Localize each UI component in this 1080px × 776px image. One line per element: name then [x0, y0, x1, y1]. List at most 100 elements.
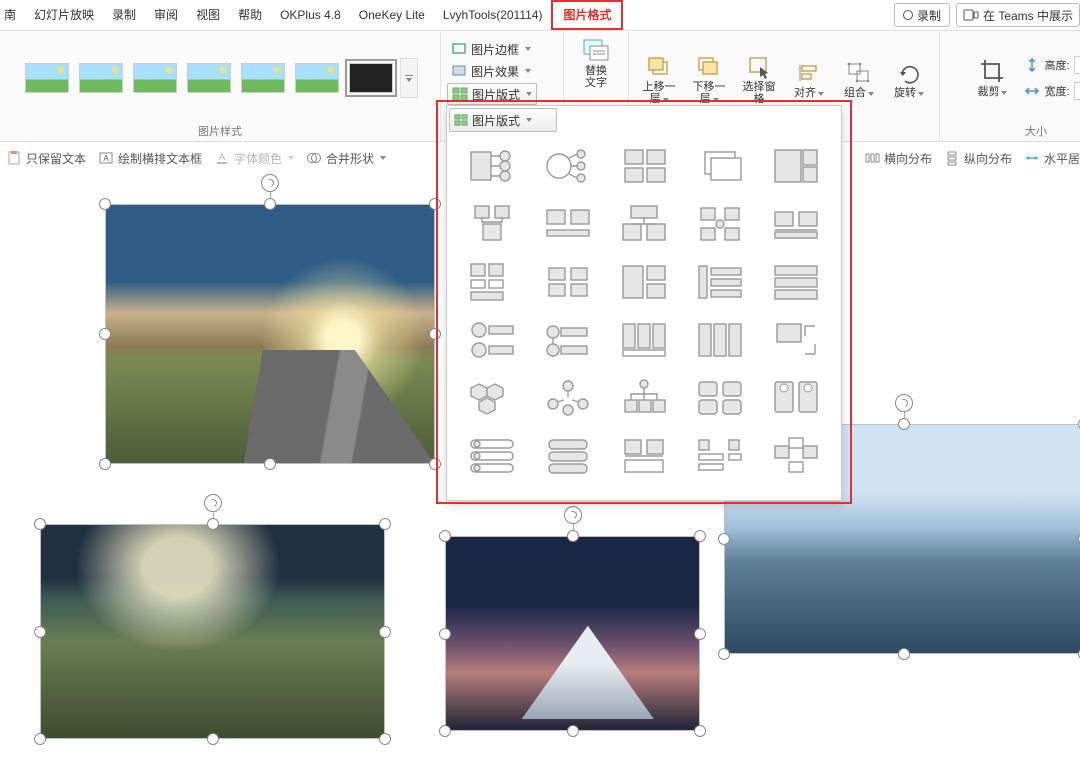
teams-label: 在 Teams 中展示: [983, 7, 1073, 24]
layout-option[interactable]: [763, 200, 829, 248]
styles-more-button[interactable]: [400, 58, 418, 98]
picture-effects-button[interactable]: 图片效果: [447, 61, 537, 81]
layout-option[interactable]: [535, 200, 601, 248]
rotate-button[interactable]: 旋转: [885, 59, 933, 101]
picture-styles-group: 图片样式: [0, 31, 441, 141]
menu-item[interactable]: OneKey Lite: [350, 0, 434, 30]
layout-option[interactable]: [459, 142, 525, 190]
gallery-grid: [447, 136, 841, 490]
label: 字体颜色: [234, 150, 282, 167]
draw-textbox-button[interactable]: A 绘制横排文本框: [98, 150, 202, 167]
layout-option[interactable]: [535, 374, 601, 422]
picture-style-option[interactable]: [238, 59, 288, 97]
layout-option[interactable]: [611, 258, 677, 306]
picture-style-option[interactable]: [346, 59, 396, 97]
layout-option[interactable]: [611, 432, 677, 480]
send-backward-button[interactable]: 下移一层: [685, 53, 733, 107]
layout-option[interactable]: [459, 432, 525, 480]
picture-border-button[interactable]: 图片边框: [447, 39, 537, 59]
bring-forward-button[interactable]: 上移一层: [635, 53, 683, 107]
rotate-handle[interactable]: [895, 394, 913, 412]
layout-option[interactable]: [763, 258, 829, 306]
picture-layout-button[interactable]: 图片版式: [447, 83, 537, 105]
rotate-handle[interactable]: [261, 174, 279, 192]
picture-style-option[interactable]: [130, 59, 180, 97]
layout-option[interactable]: [459, 316, 525, 364]
distribute-h-icon: [864, 150, 880, 166]
menu-item[interactable]: 录制: [103, 0, 145, 30]
layout-option[interactable]: [611, 142, 677, 190]
send-backward-icon: [696, 55, 722, 79]
rotate-handle[interactable]: [204, 494, 222, 512]
picture-style-option[interactable]: [184, 59, 234, 97]
present-in-teams-button[interactable]: 在 Teams 中展示: [956, 3, 1080, 27]
crop-icon: [979, 58, 1005, 84]
layout-option[interactable]: [611, 316, 677, 364]
layout-option[interactable]: [459, 258, 525, 306]
label: 图片效果: [471, 63, 519, 80]
layout-option[interactable]: [687, 374, 753, 422]
menu-item[interactable]: 审阅: [145, 0, 187, 30]
selection-pane-icon: [746, 55, 772, 79]
menu-item[interactable]: OKPlus 4.8: [271, 0, 350, 30]
selection-frame: [105, 204, 435, 464]
picture-style-option[interactable]: [22, 59, 72, 97]
menu-item[interactable]: 南: [4, 0, 25, 30]
align-button[interactable]: 对齐: [785, 59, 833, 101]
label: 裁剪: [977, 86, 999, 98]
crop-button[interactable]: 裁剪: [968, 56, 1016, 100]
layout-option[interactable]: [763, 316, 829, 364]
distribute-vertical-button[interactable]: 纵向分布: [944, 150, 1012, 167]
layout-option[interactable]: [535, 142, 601, 190]
menu-item[interactable]: LvyhTools(201114): [434, 0, 552, 30]
layout-option[interactable]: [535, 432, 601, 480]
layout-option[interactable]: [611, 374, 677, 422]
layout-option[interactable]: [687, 258, 753, 306]
selected-image[interactable]: [40, 524, 385, 739]
align-horizontal-button[interactable]: 水平居: [1024, 150, 1080, 167]
keep-text-only-button[interactable]: 只保留文本: [6, 150, 86, 167]
menu-item-picture-format[interactable]: 图片格式: [551, 0, 623, 30]
menu-item[interactable]: 帮助: [229, 0, 271, 30]
height-field[interactable]: 高度:: [1024, 56, 1080, 74]
selected-image[interactable]: [105, 204, 435, 464]
selection-pane-button[interactable]: 选择窗格: [735, 53, 783, 107]
layout-option[interactable]: [611, 200, 677, 248]
layout-option[interactable]: [763, 432, 829, 480]
alt-text-icon: [582, 37, 610, 63]
alt-text-button[interactable]: 替换 文字: [572, 35, 620, 91]
font-color-button[interactable]: A 字体颜色: [214, 150, 294, 167]
layout-option[interactable]: [459, 200, 525, 248]
layout-option[interactable]: [459, 374, 525, 422]
label: 旋转: [894, 87, 916, 99]
label: 组合: [844, 87, 866, 99]
layout-option[interactable]: [687, 432, 753, 480]
rotate-handle[interactable]: [564, 506, 582, 524]
selection-frame: [40, 524, 385, 739]
menu-item[interactable]: 视图: [187, 0, 229, 30]
layout-option[interactable]: [763, 374, 829, 422]
selected-image[interactable]: [445, 536, 700, 731]
label: 高度:: [1044, 57, 1069, 73]
gallery-header-button[interactable]: 图片版式: [449, 108, 557, 132]
menu-item[interactable]: 幻灯片放映: [25, 0, 103, 30]
distribute-horizontal-button[interactable]: 横向分布: [864, 150, 932, 167]
border-icon: [451, 41, 467, 57]
layout-option[interactable]: [687, 316, 753, 364]
layout-option[interactable]: [535, 316, 601, 364]
group-button[interactable]: 组合: [835, 59, 883, 101]
record-label: 录制: [917, 7, 941, 24]
label: 对齐: [794, 87, 816, 99]
picture-style-option[interactable]: [76, 59, 126, 97]
merge-shapes-icon: [306, 150, 322, 166]
layout-option[interactable]: [763, 142, 829, 190]
layout-option[interactable]: [687, 200, 753, 248]
layout-option[interactable]: [535, 258, 601, 306]
layout-option[interactable]: [687, 142, 753, 190]
merge-shapes-button[interactable]: 合并形状: [306, 150, 386, 167]
teams-icon: [963, 7, 979, 23]
width-field[interactable]: 宽度:: [1024, 82, 1080, 100]
record-button[interactable]: 录制: [894, 3, 950, 27]
distribute-v-icon: [944, 150, 960, 166]
picture-style-option[interactable]: [292, 59, 342, 97]
